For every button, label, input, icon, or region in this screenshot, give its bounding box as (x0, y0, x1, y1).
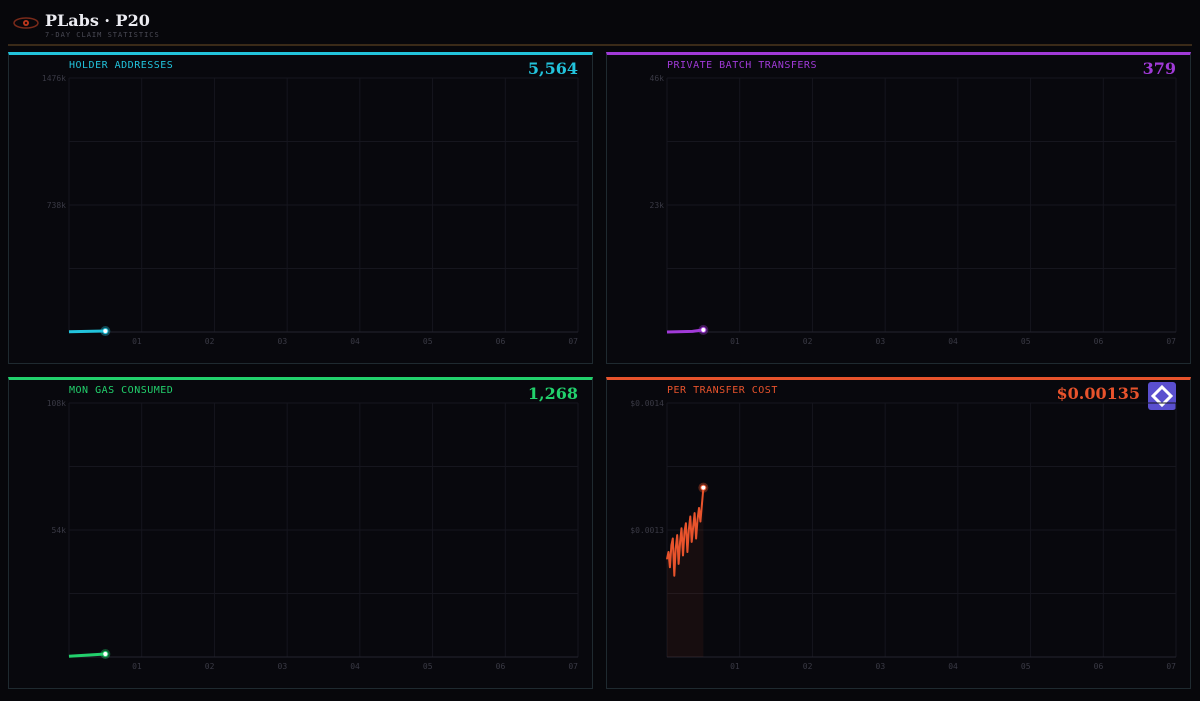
x-tick-label: 01 (132, 662, 142, 671)
data-point (698, 507, 700, 509)
data-point (701, 503, 703, 506)
data-point (670, 544, 673, 547)
x-tick-label: 07 (1166, 337, 1176, 346)
y-tick-label: $0.0013 (630, 526, 664, 535)
x-tick-label: 03 (278, 337, 288, 346)
last-point-marker (700, 484, 707, 491)
y-tick-label: $0.0014 (630, 399, 664, 408)
app-subtitle: 7-DAY CLAIM STATISTICS (45, 31, 160, 39)
x-tick-label: 04 (948, 337, 958, 346)
holder-addresses-chart: 1476k 738k 01 02 03 04 05 06 07 (42, 74, 579, 346)
data-point (689, 515, 692, 518)
data-point (679, 541, 681, 543)
x-tick-label: 05 (1021, 662, 1031, 671)
data-point (674, 547, 677, 550)
x-tick-label: 02 (205, 337, 215, 346)
x-tick-label: 07 (568, 662, 578, 671)
series-line (666, 328, 704, 334)
x-tick-label: 06 (1094, 337, 1104, 346)
data-point (696, 519, 699, 521)
data-point (667, 551, 670, 553)
x-tick-label: 06 (496, 337, 506, 346)
mon-gas-consumed-chart: 108k 54k 01 02 03 04 05 06 07 (47, 399, 579, 671)
data-point (686, 551, 689, 553)
x-tick-label: 05 (423, 662, 433, 671)
panel-mon-gas-consumed: MON GAS CONSUMED 1,268 108k 54k 01 02 03 04 05… (8, 377, 593, 689)
x-tick-label: 07 (1166, 662, 1176, 671)
last-point-marker (102, 327, 109, 335)
data-point (680, 527, 683, 530)
last-point-marker (102, 650, 109, 658)
app-title: PLabs · P20 (45, 11, 150, 30)
x-tick-label: 04 (350, 662, 360, 671)
x-tick-label: 05 (423, 337, 433, 346)
x-tick-label: 03 (876, 337, 886, 346)
data-point (688, 529, 690, 531)
x-tick-label: 03 (876, 662, 886, 671)
data-point (676, 534, 678, 536)
private-batch-transfers-chart: 46k 23k 01 02 03 04 05 06 07 (650, 74, 1177, 346)
data-point (673, 574, 676, 577)
series-line (68, 329, 106, 334)
x-tick-label: 06 (496, 662, 506, 671)
x-tick-label: 04 (350, 337, 360, 346)
data-point (695, 537, 697, 540)
x-tick-label: 07 (568, 337, 578, 346)
data-point (685, 522, 687, 525)
y-tick-label: 23k (650, 201, 665, 210)
data-point (692, 525, 694, 528)
data-point (672, 537, 674, 540)
x-tick-label: 02 (205, 662, 215, 671)
y-tick-label: 46k (650, 74, 665, 83)
y-tick-label: 738k (47, 201, 66, 210)
data-point (690, 541, 693, 543)
x-tick-label: 05 (1021, 337, 1031, 346)
y-tick-label: 1476k (42, 74, 66, 83)
app-header: PLabs · P20 7-DAY CLAIM STATISTICS (8, 8, 1192, 46)
panel-per-transfer-cost: PER TRANSFER COST $0.00135 $0.0014 $0.001… (606, 377, 1191, 689)
panel-holder-addresses: HOLDER ADDRESSES 5,564 1476k 738k 01 02 03 04… (8, 52, 593, 364)
x-tick-label: 03 (278, 662, 288, 671)
per-transfer-cost-chart: $0.0014 $0.0013 01 02 03 04 05 06 07 (630, 399, 1177, 671)
data-point (683, 530, 686, 533)
eye-logo-icon (13, 17, 39, 29)
x-tick-label: 02 (803, 337, 813, 346)
y-tick-label: 54k (52, 526, 67, 535)
data-point (699, 520, 702, 523)
x-tick-label: 01 (132, 337, 142, 346)
data-point (677, 563, 680, 565)
series-line (68, 652, 106, 658)
x-tick-label: 04 (948, 662, 958, 671)
last-point-marker (700, 326, 707, 334)
x-tick-label: 01 (730, 662, 740, 671)
x-tick-label: 02 (803, 662, 813, 671)
y-tick-label: 108k (47, 399, 66, 408)
x-tick-label: 01 (730, 337, 740, 346)
data-point (666, 557, 668, 560)
x-tick-label: 06 (1094, 662, 1104, 671)
data-point (693, 512, 696, 514)
data-point (682, 554, 684, 557)
data-point (669, 566, 671, 569)
panel-private-batch-transfers: PRIVATE BATCH TRANSFERS 379 46k 23k 01 02 03… (606, 52, 1191, 364)
